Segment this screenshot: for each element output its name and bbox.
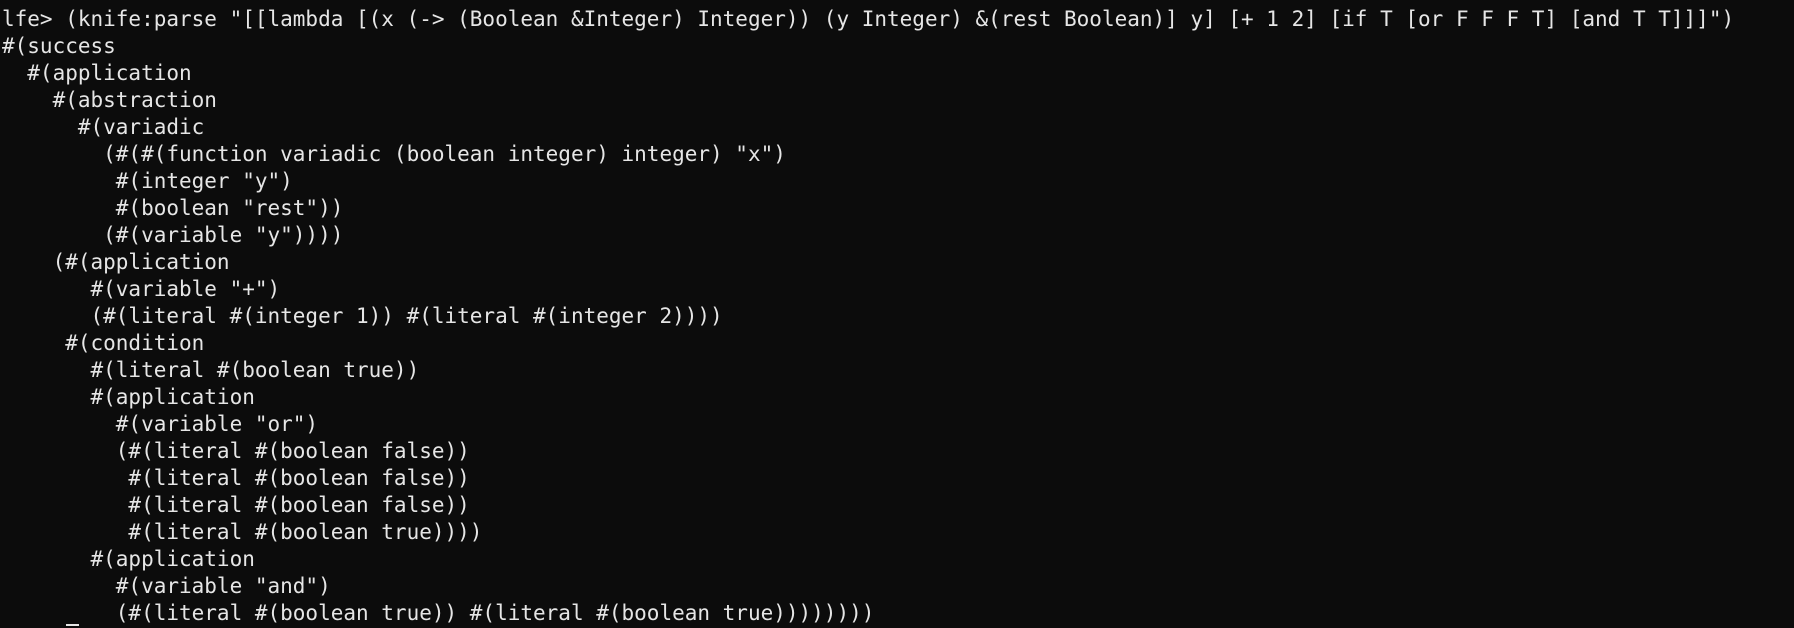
terminal-output-line: #(application — [2, 547, 255, 571]
terminal-output-line: #(literal #(boolean true)) — [2, 358, 420, 382]
terminal-output-line: (#(variable "y")))) — [2, 223, 344, 247]
terminal-command-line: lfe> (knife:parse "[[lambda [(x (-> (Boo… — [2, 7, 1735, 31]
terminal-output-line: #(literal #(boolean false)) — [2, 466, 470, 490]
terminal-cursor — [66, 624, 79, 626]
terminal-output-line: #(application — [2, 385, 255, 409]
terminal-output-line: #(literal #(boolean false)) — [2, 493, 470, 517]
terminal-output-line: #(integer "y") — [2, 169, 293, 193]
terminal-output-line: (#(application — [2, 250, 230, 274]
terminal-output-line: #(condition — [2, 331, 205, 355]
terminal-output-line: #(variable "or") — [2, 412, 319, 436]
terminal-output-line: #(variadic — [2, 115, 205, 139]
terminal-window[interactable]: lfe> (knife:parse "[[lambda [(x (-> (Boo… — [0, 0, 1794, 628]
terminal-output-line: (#(literal #(boolean false)) — [2, 439, 470, 463]
terminal-output-line: #(variable "and") — [2, 574, 331, 598]
terminal-output-line: (#(literal #(boolean true)) #(literal #(… — [2, 601, 875, 625]
terminal-output-line: #(success — [2, 34, 116, 58]
terminal-output-line: #(application — [2, 61, 192, 85]
terminal-output-line: #(abstraction — [2, 88, 217, 112]
terminal-output-line: (#(#(function variadic (boolean integer)… — [2, 142, 786, 166]
terminal-output-line: (#(literal #(integer 1)) #(literal #(int… — [2, 304, 723, 328]
terminal-output-line: #(literal #(boolean true)))) — [2, 520, 483, 544]
terminal-output-line: #(boolean "rest")) — [2, 196, 344, 220]
terminal-output-line: #(variable "+") — [2, 277, 281, 301]
